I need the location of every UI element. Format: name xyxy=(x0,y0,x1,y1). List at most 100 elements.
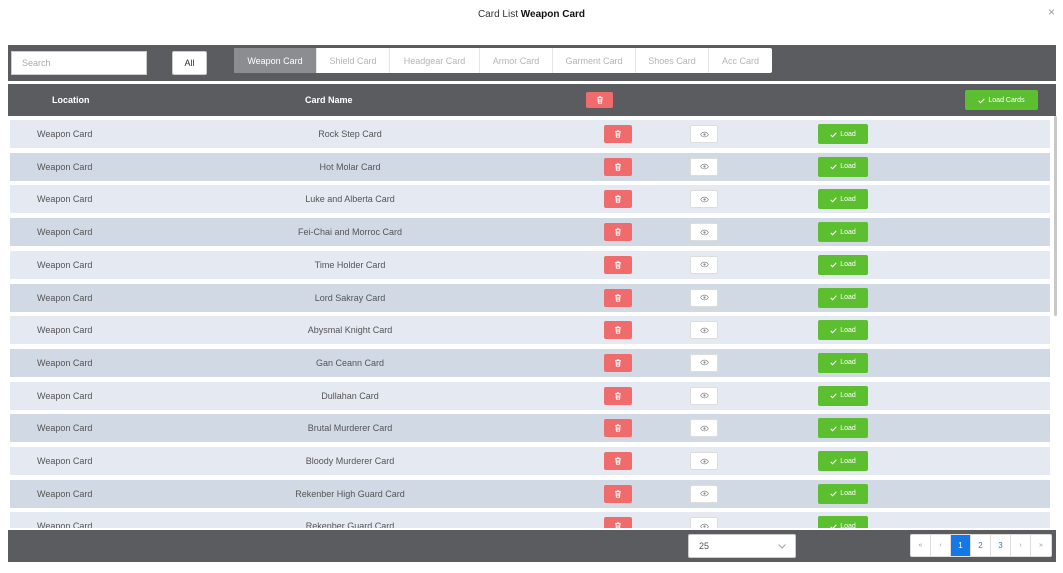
table-row: Weapon Card Gan Ceann Card Load xyxy=(10,348,1050,377)
table-row: Weapon Card Dullahan Card Load xyxy=(10,381,1050,410)
table-row: Weapon Card Rock Step Card Load xyxy=(10,120,1050,148)
column-header-card-name: Card Name xyxy=(305,95,353,105)
card-table-body[interactable]: Weapon Card Rock Step Card Load Weapon Card… xyxy=(8,116,1054,528)
table-row: Weapon Card Luke and Alberta Card Load xyxy=(10,185,1050,214)
load-card-button[interactable]: Load xyxy=(818,320,868,341)
load-card-button[interactable]: Load xyxy=(818,451,868,471)
delete-card-button[interactable] xyxy=(604,255,632,274)
all-filter-button[interactable]: All xyxy=(172,51,207,75)
load-card-button[interactable]: Load xyxy=(818,418,868,439)
load-card-button[interactable]: Load xyxy=(818,483,868,504)
view-card-button[interactable] xyxy=(690,386,718,405)
load-card-button[interactable]: Load xyxy=(818,189,868,210)
eye-icon xyxy=(699,229,709,235)
check-icon xyxy=(830,295,837,301)
load-card-button[interactable]: Load xyxy=(818,222,868,243)
load-card-button[interactable]: Load xyxy=(818,156,868,177)
check-icon xyxy=(830,197,837,203)
eye-icon xyxy=(699,163,709,170)
check-icon xyxy=(830,426,837,432)
load-card-button[interactable]: Load xyxy=(818,516,868,528)
view-card-button[interactable] xyxy=(690,255,718,274)
view-card-button[interactable] xyxy=(690,125,718,143)
view-card-button[interactable] xyxy=(690,190,718,209)
cell-location: Weapon Card xyxy=(37,194,93,205)
trash-icon xyxy=(615,391,621,400)
trash-icon xyxy=(615,293,621,302)
trash-icon xyxy=(615,490,621,498)
pagination: «‹ 1 2 3 ›» xyxy=(910,534,1052,557)
table-row: Weapon Card Rekenber Guard Card Load xyxy=(10,512,1050,528)
delete-card-button[interactable] xyxy=(604,452,632,470)
check-icon xyxy=(830,491,837,497)
eye-icon xyxy=(699,490,709,497)
cell-card-name: Brutal Murderer Card xyxy=(307,423,393,434)
check-icon xyxy=(830,458,837,465)
eye-icon xyxy=(699,196,709,203)
check-icon xyxy=(830,229,837,236)
tab-shield-card[interactable]: Shield Card xyxy=(317,48,390,73)
page-2-button[interactable]: 2 xyxy=(971,535,991,556)
delete-card-button[interactable] xyxy=(604,157,632,176)
view-card-button[interactable] xyxy=(690,452,718,470)
delete-card-button[interactable] xyxy=(604,321,632,340)
eye-icon xyxy=(699,458,709,464)
tab-shoes-card[interactable]: Shoes Card xyxy=(636,48,709,73)
filter-toolbar: All Weapon CardShield CardHeadgear CardA… xyxy=(8,45,1056,81)
view-card-button[interactable] xyxy=(690,157,718,176)
page-1-button[interactable]: 1 xyxy=(951,535,971,556)
eye-icon xyxy=(699,425,709,432)
page-prev-button[interactable]: ‹ xyxy=(931,535,951,556)
delete-card-button[interactable] xyxy=(604,125,632,143)
delete-card-button[interactable] xyxy=(604,386,632,405)
delete-card-button[interactable] xyxy=(604,419,632,438)
delete-card-button[interactable] xyxy=(604,353,632,372)
page-size-value: 25 xyxy=(699,541,710,551)
load-card-button[interactable]: Load xyxy=(818,352,868,373)
view-card-button[interactable] xyxy=(690,419,718,438)
delete-all-button[interactable] xyxy=(586,92,613,108)
view-card-button[interactable] xyxy=(690,288,718,307)
view-card-button[interactable] xyxy=(690,223,718,242)
tab-garment-card[interactable]: Garment Card xyxy=(553,48,636,73)
delete-card-button[interactable] xyxy=(604,517,632,528)
load-card-button[interactable]: Load xyxy=(818,124,868,144)
delete-card-button[interactable] xyxy=(604,190,632,209)
view-card-button[interactable] xyxy=(690,353,718,372)
load-label: Load xyxy=(840,294,856,301)
tab-weapon-card[interactable]: Weapon Card xyxy=(234,48,317,73)
delete-card-button[interactable] xyxy=(604,223,632,242)
table-row: Weapon Card Brutal Murderer Card Load xyxy=(10,414,1050,443)
load-label: Load xyxy=(840,490,856,498)
load-label: Load xyxy=(840,522,856,528)
delete-card-button[interactable] xyxy=(604,484,632,503)
tab-acc-card[interactable]: Acc Card xyxy=(709,48,772,73)
page-next-button[interactable]: › xyxy=(1011,535,1031,556)
load-cards-button[interactable]: Load Cards xyxy=(965,90,1038,110)
trash-icon xyxy=(615,457,621,465)
page-3-button[interactable]: 3 xyxy=(991,535,1011,556)
cell-location: Weapon Card xyxy=(37,357,93,368)
scrollbar-thumb[interactable] xyxy=(1054,116,1057,316)
load-card-button[interactable]: Load xyxy=(818,385,868,406)
check-icon xyxy=(830,360,837,366)
tab-armor-card[interactable]: Armor Card xyxy=(480,48,553,73)
delete-card-button[interactable] xyxy=(604,288,632,307)
view-card-button[interactable] xyxy=(690,517,718,528)
close-icon[interactable]: × xyxy=(1048,6,1055,18)
load-card-button[interactable]: Load xyxy=(818,287,868,308)
load-label: Load xyxy=(840,326,856,334)
page-last-button[interactable]: » xyxy=(1031,535,1051,556)
page-size-select[interactable]: 25 xyxy=(688,534,796,558)
view-card-button[interactable] xyxy=(690,484,718,503)
cell-card-name: Time Holder Card xyxy=(314,259,386,270)
search-input[interactable] xyxy=(11,51,147,75)
table-row: Weapon Card Bloody Murderer Card Load xyxy=(10,447,1050,475)
cell-card-name: Bloody Murderer Card xyxy=(305,456,395,466)
load-card-button[interactable]: Load xyxy=(818,254,868,275)
load-cards-label: Load Cards xyxy=(988,96,1025,104)
page-first-button[interactable]: « xyxy=(911,535,931,556)
view-card-button[interactable] xyxy=(690,321,718,340)
trash-icon xyxy=(615,163,621,171)
tab-headgear-card[interactable]: Headgear Card xyxy=(390,48,480,73)
